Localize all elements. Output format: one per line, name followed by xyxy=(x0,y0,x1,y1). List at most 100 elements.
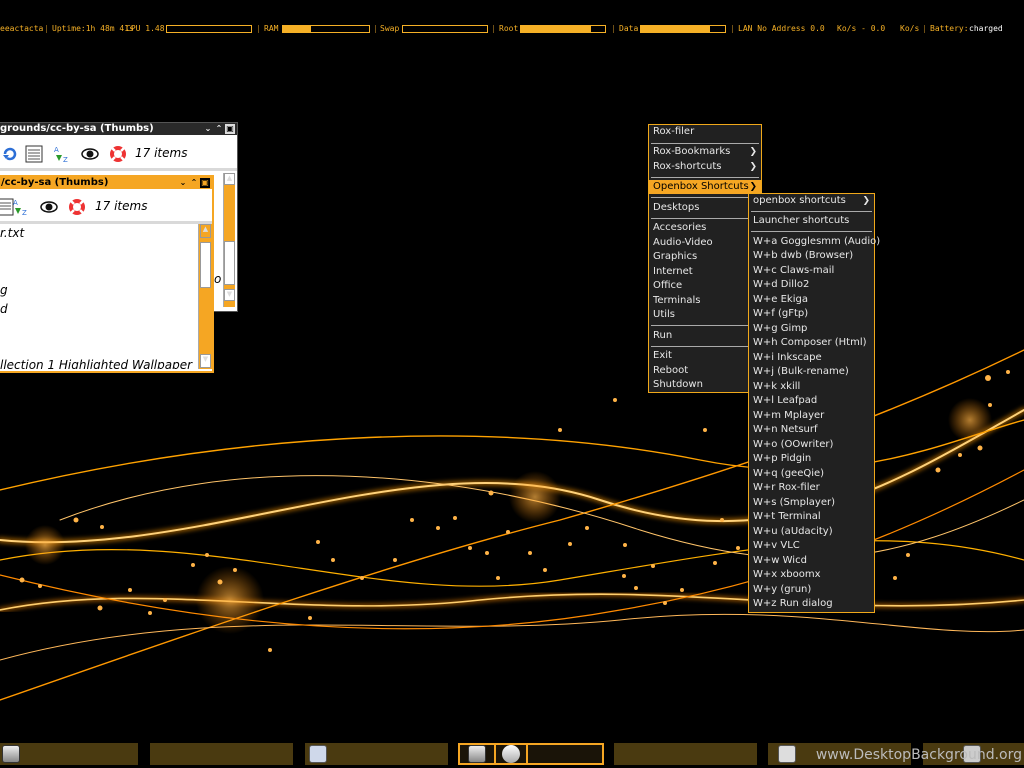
file-item[interactable]: r.txt xyxy=(0,226,24,240)
watermark-text: www.DesktopBackground.org xyxy=(815,747,1022,763)
menu-item-office[interactable]: Office xyxy=(649,279,761,293)
taskbar-button[interactable] xyxy=(150,743,293,765)
folder-icon xyxy=(778,745,796,763)
separator: | xyxy=(611,24,616,33)
lifebuoy-icon[interactable] xyxy=(109,145,127,163)
ram-label: RAM xyxy=(264,24,279,33)
ram-bar xyxy=(282,25,370,33)
menu-item-launcher-shortcuts[interactable]: Launcher shortcuts xyxy=(749,214,874,228)
file-listing[interactable]: r.txt g d llection 1 Highlighted Wallpap… xyxy=(0,224,196,369)
menu-item-exit[interactable]: Exit xyxy=(649,349,761,363)
shortcut-item[interactable]: W+m Mplayer xyxy=(749,409,874,423)
menu-item-graphics[interactable]: Graphics xyxy=(649,250,761,264)
shortcut-item[interactable]: W+t Terminal xyxy=(749,510,874,524)
shortcut-item[interactable]: W+z Run dialog xyxy=(749,597,874,611)
shortcut-item[interactable]: W+q (geeQie) xyxy=(749,467,874,481)
menu-item-reboot[interactable]: Reboot xyxy=(649,364,761,378)
file-item[interactable]: d xyxy=(0,302,8,316)
separator: | xyxy=(373,24,378,33)
menu-item-rox-bookmarks[interactable]: Rox-Bookmarks ❯ xyxy=(649,145,761,159)
separator: | xyxy=(922,24,927,33)
hostname: eeactacta xyxy=(0,24,44,33)
vertical-scrollbar[interactable]: ▲ ▼ xyxy=(223,173,235,307)
shortcut-item[interactable]: W+b dwb (Browser) xyxy=(749,249,874,263)
menu-item-terminals[interactable]: Terminals xyxy=(649,294,761,308)
scroll-thumb[interactable] xyxy=(224,241,235,285)
refresh-icon[interactable] xyxy=(1,145,19,163)
maximize-icon[interactable]: ▣ xyxy=(200,178,210,188)
separator: | xyxy=(730,24,735,33)
scroll-up-arrow[interactable]: ▲ xyxy=(224,173,235,185)
shortcut-item[interactable]: W+r Rox-filer xyxy=(749,481,874,495)
svg-text:Z: Z xyxy=(22,209,27,216)
swap-bar xyxy=(402,25,488,33)
shortcut-item[interactable]: W+d Dillo2 xyxy=(749,278,874,292)
menu-separator xyxy=(651,197,759,198)
window-titlebar[interactable]: /cc-by-sa (Thumbs) ⌄ ⌃ ▣ xyxy=(0,177,212,189)
scroll-down-arrow[interactable]: ▼ xyxy=(200,354,211,368)
file-item[interactable]: llection 1 Highlighted Wallpaper xyxy=(0,358,192,369)
sort-az-icon[interactable]: AZ xyxy=(12,198,30,216)
lifebuoy-icon[interactable] xyxy=(68,198,86,216)
taskbar-button-active[interactable] xyxy=(458,743,604,765)
shortcut-item[interactable]: W+e Ekiga xyxy=(749,293,874,307)
shortcut-item[interactable]: W+g Gimp xyxy=(749,322,874,336)
taskbar-button[interactable] xyxy=(614,743,757,765)
shortcut-item[interactable]: W+h Composer (Html) xyxy=(749,336,874,350)
shortcut-item[interactable]: W+c Claws-mail xyxy=(749,264,874,278)
partial-text: o xyxy=(214,272,222,286)
list-view-icon[interactable] xyxy=(25,145,43,163)
shortcut-item[interactable]: W+a Gogglesmm (Audio) xyxy=(749,235,880,249)
shortcut-item[interactable]: W+i Inkscape xyxy=(749,351,874,365)
vertical-scrollbar[interactable]: ▲ ▼ xyxy=(198,224,212,369)
uptime-text: Uptime:1h 48m 41s xyxy=(52,24,134,33)
window-toolbar: AZ 17 items xyxy=(0,192,212,220)
scroll-thumb[interactable] xyxy=(200,242,211,288)
shortcut-item[interactable]: W+w Wicd xyxy=(749,554,874,568)
chevron-up-icon[interactable]: ⌃ xyxy=(214,124,224,134)
maximize-icon[interactable]: ▣ xyxy=(225,124,235,134)
file-item[interactable]: g xyxy=(0,283,8,297)
menu-item-run[interactable]: Run xyxy=(649,329,761,343)
shortcut-item[interactable]: W+s (Smplayer) xyxy=(749,496,874,510)
shortcut-item[interactable]: W+u (aUdacity) xyxy=(749,525,874,539)
eye-icon[interactable] xyxy=(81,145,99,163)
rox-filer-window-front[interactable]: /cc-by-sa (Thumbs) ⌄ ⌃ ▣ AZ 17 items r.t… xyxy=(0,175,221,373)
menu-item-accesories[interactable]: Accesories xyxy=(649,221,761,235)
menu-item-rox-shortcuts[interactable]: Rox-shortcuts ❯ xyxy=(649,160,761,174)
scroll-up-arrow[interactable]: ▲ xyxy=(200,224,211,238)
shortcut-item[interactable]: W+f (gFtp) xyxy=(749,307,874,321)
window-toolbar: AZ 17 items xyxy=(0,139,237,167)
chevron-right-icon: ❯ xyxy=(749,147,757,157)
menu-item-openbox-shortcuts[interactable]: Openbox Shortcuts ❯ xyxy=(649,180,761,194)
window-titlebar[interactable]: grounds/cc-by-sa (Thumbs) ⌄ ⌃ ▣ xyxy=(0,123,237,135)
menu-item-shutdown[interactable]: Shutdown xyxy=(649,378,761,392)
shortcut-item[interactable]: W+o (OOwriter) xyxy=(749,438,874,452)
chevron-up-icon[interactable]: ⌃ xyxy=(189,178,199,188)
shortcut-item[interactable]: W+y (grun) xyxy=(749,583,874,597)
shortcut-item[interactable]: W+v VLC xyxy=(749,539,874,553)
menu-item-openbox-shortcuts-sub[interactable]: openbox shortcuts ❯ xyxy=(749,194,874,208)
menu-item-rox-filer[interactable]: Rox-filer xyxy=(649,125,761,139)
chevron-down-icon[interactable]: ⌄ xyxy=(178,178,188,188)
shortcut-item[interactable]: W+p Pidgin xyxy=(749,452,874,466)
chevron-down-icon[interactable]: ⌄ xyxy=(203,124,213,134)
data-bar xyxy=(640,25,726,33)
menu-item-audio-video[interactable]: Audio-Video xyxy=(649,236,761,250)
menu-item-desktops[interactable]: Desktops xyxy=(649,201,761,215)
shortcut-item[interactable]: W+x xboomx xyxy=(749,568,874,582)
taskbar-button[interactable] xyxy=(305,743,448,765)
item-count: 17 items xyxy=(95,199,148,213)
shortcuts-submenu[interactable]: openbox shortcuts ❯ Launcher shortcuts W+… xyxy=(748,193,880,613)
shortcut-item[interactable]: W+l Leafpad xyxy=(749,394,874,408)
taskbar-button[interactable] xyxy=(0,743,138,765)
eye-icon[interactable] xyxy=(40,198,58,216)
shortcut-item[interactable]: W+j (Bulk-rename) xyxy=(749,365,874,379)
sort-az-icon[interactable]: AZ xyxy=(53,145,71,163)
root-menu[interactable]: Rox-filer Rox-Bookmarks ❯ Rox-shortcuts ❯ … xyxy=(648,124,762,393)
shortcut-item[interactable]: W+n Netsurf xyxy=(749,423,874,437)
menu-item-internet[interactable]: Internet xyxy=(649,265,761,279)
scroll-down-arrow[interactable]: ▼ xyxy=(224,289,235,301)
shortcut-item[interactable]: W+k xkill xyxy=(749,380,874,394)
menu-item-utils[interactable]: Utils xyxy=(649,308,761,322)
